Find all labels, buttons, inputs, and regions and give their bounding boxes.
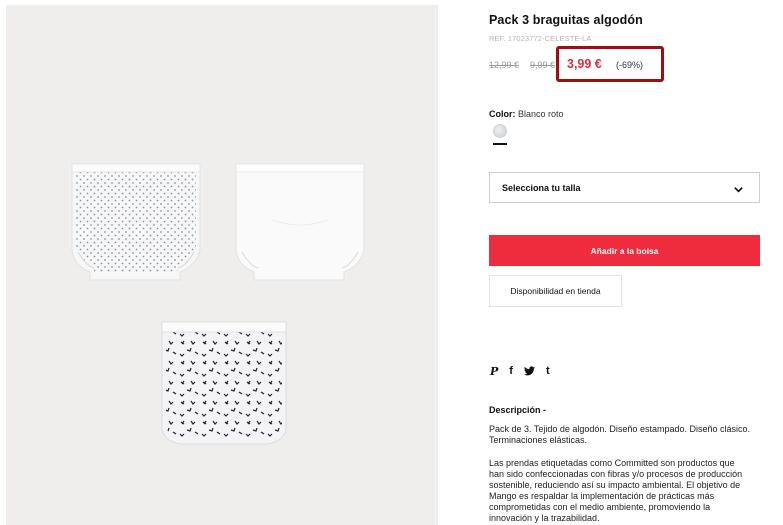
description-heading[interactable]: Descripción - [489,405,546,415]
store-availability-button[interactable]: Disponibilidad en tienda [489,275,622,307]
brief-print-image [156,318,292,450]
sustainability-text: Las prendas etiquetadas como Committed s… [489,458,743,523]
color-swatch[interactable] [493,124,507,138]
previous-price: 9,99 € [530,60,556,70]
add-to-bag-button[interactable]: Añadir a la bolsa [489,235,760,266]
product-info-panel: Pack 3 braguitas algodón REF. 17023772-C… [489,0,764,525]
color-info: Color: Blanco roto [489,109,564,119]
selected-swatch-indicator [493,143,507,145]
current-price: 3,99 € [567,57,602,71]
tumblr-icon[interactable]: t [546,365,550,377]
pinterest-icon[interactable]: P [490,365,498,378]
product-reference: REF. 17023772-CELESTE-LA [489,34,592,43]
twitter-icon[interactable] [523,366,535,376]
size-select-label: Selecciona tu talla [502,183,581,193]
social-share-icons: P f t [490,364,561,378]
size-select[interactable]: Selecciona tu talla [489,172,760,203]
product-image[interactable] [6,5,438,525]
product-title: Pack 3 braguitas algodón [489,13,643,27]
brief-dotted-image [68,160,204,285]
facebook-icon[interactable]: f [509,365,513,377]
original-price: 12,99 € [489,60,520,70]
color-value: Blanco roto [518,109,564,119]
chevron-down-icon [733,182,744,200]
brief-plain-image [232,160,368,285]
color-label: Color: [489,109,516,119]
description-text: Pack de 3. Tejido de algodón. Diseño est… [489,424,750,445]
discount-percentage: (-69%) [616,60,644,70]
price-row: 12,99 € 9,99 € 3,99 € (-69%) [489,46,764,82]
